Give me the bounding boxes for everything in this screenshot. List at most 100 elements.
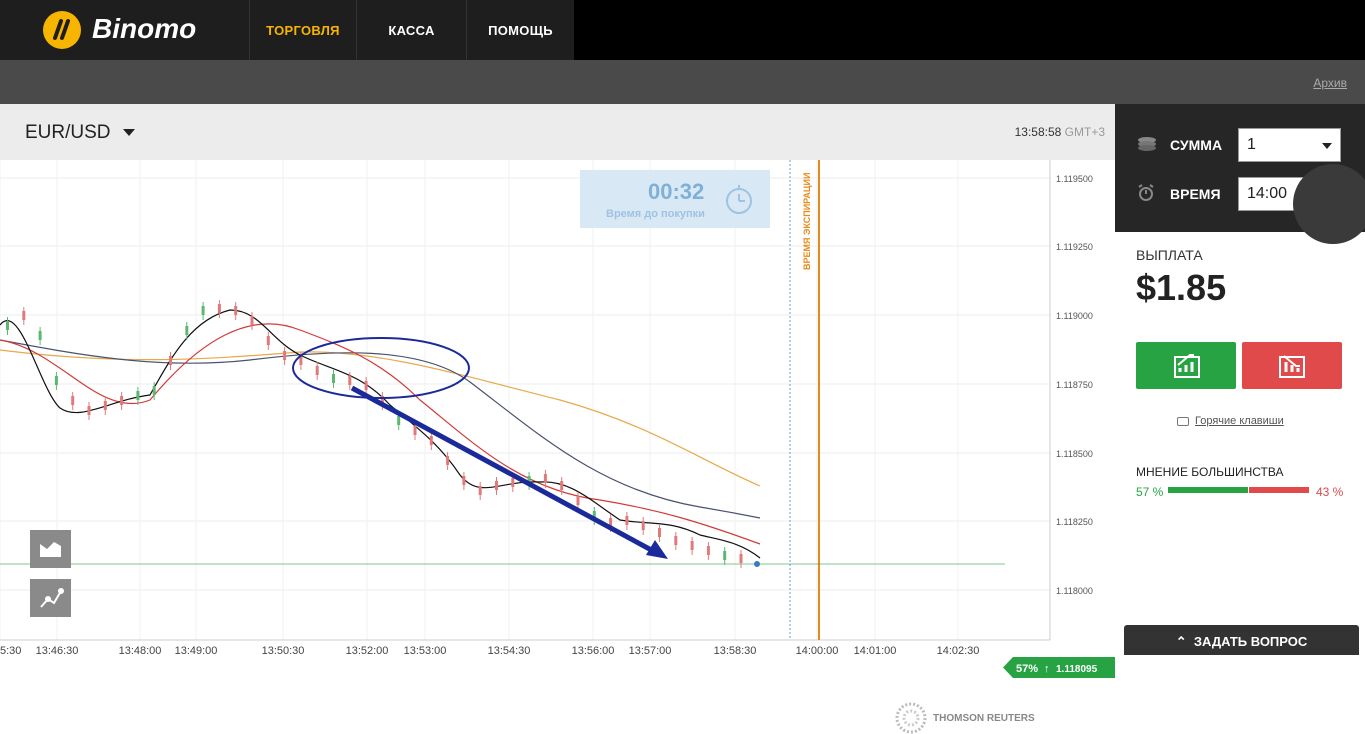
trade-settings: СУММА 1 ВРЕМЯ 14:00 bbox=[1115, 104, 1365, 244]
logo-icon bbox=[43, 11, 81, 49]
sub-bar: Архив bbox=[0, 60, 1365, 104]
call-button[interactable] bbox=[1136, 342, 1236, 389]
y-tick-label: 1.119000 bbox=[1056, 311, 1093, 321]
archive-link[interactable]: Архив bbox=[1313, 76, 1347, 90]
time-label: ВРЕМЯ bbox=[1170, 186, 1221, 202]
candle-body bbox=[625, 516, 629, 525]
candle-body bbox=[397, 416, 401, 425]
amount-select[interactable]: 1 bbox=[1238, 128, 1341, 162]
candle-body bbox=[364, 381, 368, 390]
nav-trading[interactable]: ТОРГОВЛЯ bbox=[249, 0, 356, 60]
asset-selector[interactable]: EUR/USD bbox=[25, 122, 111, 144]
candle-body bbox=[348, 376, 352, 385]
candle-body bbox=[478, 486, 482, 495]
time-value: 14:00 bbox=[1247, 185, 1288, 202]
put-button[interactable] bbox=[1242, 342, 1342, 389]
nav-cashier[interactable]: КАССА bbox=[356, 0, 466, 60]
candle-body bbox=[120, 396, 124, 405]
candle-body bbox=[38, 331, 42, 340]
chart-up-icon bbox=[1174, 354, 1200, 378]
y-tick-label: 1.119250 bbox=[1056, 242, 1093, 252]
candle-body bbox=[315, 366, 319, 375]
payout-label: ВЫПЛАТА bbox=[1136, 247, 1203, 263]
alarm-clock-icon bbox=[1138, 184, 1154, 201]
candle-body bbox=[169, 356, 172, 365]
server-clock: 13:58:58 GMT+3 bbox=[1015, 125, 1105, 139]
x-tick-label: 13:53:00 bbox=[404, 645, 447, 655]
chart-grid bbox=[0, 160, 1051, 641]
candle-body bbox=[6, 321, 9, 330]
x-tick-label: 13:56:00 bbox=[572, 645, 615, 655]
candle-body bbox=[576, 496, 580, 505]
candle-body bbox=[413, 426, 417, 435]
candle-body bbox=[136, 391, 140, 400]
current-point bbox=[754, 561, 760, 567]
trade-panel: СУММА 1 ВРЕМЯ 14:00 ВЫПЛАТА $1.85 Горячи… bbox=[1115, 104, 1365, 655]
top-bar: Binomo ТОРГОВЛЯ КАССА ПОМОЩЬ bbox=[0, 0, 1365, 60]
x-tick-label: 14:00:00 bbox=[796, 645, 839, 655]
candle-body bbox=[22, 311, 26, 320]
ma-fast bbox=[0, 323, 761, 545]
x-tick-label: 13:52:00 bbox=[346, 645, 389, 655]
candle-body bbox=[462, 476, 466, 485]
ma-mid bbox=[0, 339, 761, 519]
chevron-down-icon bbox=[1322, 143, 1332, 149]
candle-body bbox=[511, 478, 515, 487]
candle-body bbox=[71, 396, 75, 405]
current-pct: 57% bbox=[1016, 663, 1038, 675]
candle-body bbox=[332, 374, 335, 383]
y-tick-label: 1.119500 bbox=[1056, 174, 1093, 184]
candle-body bbox=[266, 336, 270, 345]
candle-body bbox=[560, 481, 564, 490]
indicators-button[interactable] bbox=[30, 579, 71, 617]
candle-body bbox=[543, 474, 547, 483]
x-tick-label: 13:45:30 bbox=[0, 645, 21, 655]
candle-body bbox=[429, 436, 433, 445]
chart-type-button[interactable] bbox=[30, 530, 71, 568]
candles bbox=[6, 300, 743, 568]
reuters-logo-icon bbox=[895, 702, 927, 734]
candle-body bbox=[283, 351, 287, 360]
ma-slow bbox=[0, 349, 761, 487]
brand-name: Binomo bbox=[92, 13, 197, 44]
trend-arrow bbox=[350, 385, 657, 555]
opinion-label: МНЕНИЕ БОЛЬШИНСТВА bbox=[1136, 465, 1284, 479]
candle-body bbox=[217, 304, 221, 313]
chevron-up-icon: ⌃ bbox=[1175, 634, 1194, 649]
x-tick-label: 14:02:30 bbox=[937, 645, 980, 655]
x-tick-label: 13:54:30 bbox=[488, 645, 531, 655]
ask-question-label: ЗАДАТЬ ВОПРОС bbox=[1193, 634, 1308, 649]
timer-value: 00:32 bbox=[648, 179, 705, 204]
coins-icon bbox=[1138, 137, 1156, 151]
hotkeys-link[interactable]: Горячие клавиши bbox=[1195, 415, 1284, 427]
logo[interactable]: Binomo bbox=[0, 0, 249, 60]
y-tick-label: 1.118250 bbox=[1056, 517, 1093, 527]
chevron-down-icon[interactable] bbox=[123, 129, 135, 136]
candle-body bbox=[446, 456, 450, 465]
price-chart[interactable]: 1.119500 1.119250 1.119000 1.118750 1.118500… bbox=[0, 160, 1115, 655]
x-tick-label: 13:58:30 bbox=[714, 645, 757, 655]
candle-body bbox=[674, 536, 678, 545]
y-tick-label: 1.118750 bbox=[1056, 380, 1093, 390]
stopwatch-icon bbox=[726, 185, 752, 214]
keyboard-icon bbox=[1177, 417, 1189, 426]
chart-header: EUR/USD 13:58:58 GMT+3 bbox=[0, 104, 1115, 160]
candle-body bbox=[87, 406, 91, 415]
x-tick-label: 13:50:30 bbox=[262, 645, 305, 655]
candle-body bbox=[201, 306, 205, 315]
x-tick-label: 13:57:00 bbox=[629, 645, 672, 655]
y-tick-label: 1.118000 bbox=[1056, 586, 1093, 596]
amount-value: 1 bbox=[1247, 136, 1256, 153]
purchase-timer: 00:32 Время до покупки bbox=[580, 170, 770, 228]
svg-text:↑: ↑ bbox=[1044, 663, 1050, 675]
ask-question-button[interactable]: ⌃ ЗАДАТЬ ВОПРОС bbox=[1124, 625, 1359, 655]
candle-body bbox=[658, 528, 661, 537]
candle-body bbox=[152, 386, 156, 395]
indicators-icon bbox=[40, 588, 64, 608]
candle-body bbox=[706, 546, 710, 555]
candle-body bbox=[723, 551, 727, 560]
candle-body bbox=[250, 316, 254, 325]
nav-help[interactable]: ПОМОЩЬ bbox=[466, 0, 574, 60]
area-chart-icon bbox=[40, 542, 61, 557]
candle-body bbox=[641, 521, 645, 530]
